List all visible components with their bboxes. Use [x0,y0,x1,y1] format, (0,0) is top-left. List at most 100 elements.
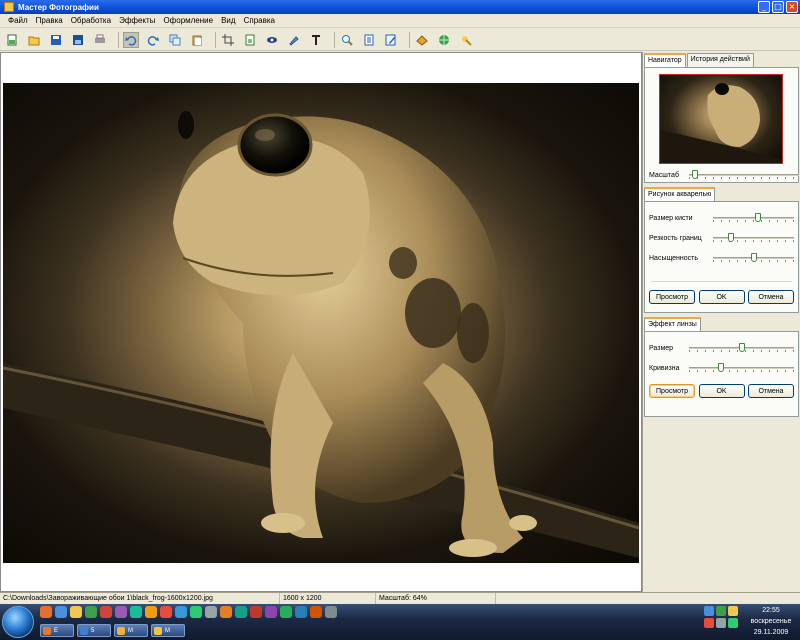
quicklaunch-icon[interactable] [70,606,82,618]
tray-icon[interactable] [704,606,714,616]
clock[interactable]: 22:55 воскресенье 29.11.2009 [744,605,798,638]
maximize-button[interactable]: □ [772,1,784,13]
quicklaunch-icon[interactable] [220,606,232,618]
quicklaunch-icon[interactable] [235,606,247,618]
quicklaunch-icon[interactable] [280,606,292,618]
print-icon[interactable] [92,32,108,48]
curvature-thumb[interactable] [717,363,724,372]
brush-size-thumb[interactable] [754,213,761,222]
menu-file[interactable]: Файл [4,16,32,25]
quicklaunch-icon[interactable] [145,606,157,618]
quicklaunch-icon[interactable] [310,606,322,618]
web-icon[interactable] [436,32,452,48]
menu-process[interactable]: Обработка [67,16,115,25]
saturation-slider[interactable] [713,253,794,263]
watercolor-cancel-button[interactable]: Отмена [748,290,794,304]
tab-navigator[interactable]: Навигатор [644,53,686,67]
quicklaunch-icon[interactable] [115,606,127,618]
frog-photo[interactable] [3,83,639,563]
menu-design[interactable]: Оформление [159,16,217,25]
save-icon[interactable] [48,32,64,48]
task-button[interactable]: M [151,624,185,637]
tray-icon[interactable] [728,618,738,628]
system-tray [704,606,744,628]
curvature-label: Кривизна [649,364,680,372]
tray-icon[interactable] [716,606,726,616]
page-icon[interactable] [361,32,377,48]
quicklaunch-icon[interactable] [100,606,112,618]
task-button[interactable]: 5 [77,624,111,637]
task-app-icon [154,626,162,635]
toolbar-separator [334,31,335,48]
open-icon[interactable] [26,32,42,48]
save-as-icon[interactable] [70,32,86,48]
quicklaunch-icon[interactable] [175,606,187,618]
lens-ok-button[interactable]: OK [698,384,745,398]
menu-help[interactable]: Справка [240,16,279,25]
quicklaunch-icon[interactable] [40,606,52,618]
tab-watercolor[interactable]: Рисунок акварелью [644,187,716,201]
effects-icon[interactable] [414,32,430,48]
taskbar: E 5 M M 22:55 воскресенье 29.11.2009 [0,604,800,640]
navigator-thumbnail[interactable] [659,74,783,164]
tray-icon[interactable] [704,618,714,628]
quicklaunch-icon[interactable] [130,606,142,618]
help-icon[interactable] [458,32,474,48]
brush-size-slider[interactable] [713,213,794,223]
lens-preview-button[interactable]: Просмотр [649,384,695,398]
scale-slider[interactable] [689,170,799,180]
task-button[interactable]: M [114,624,148,637]
minimize-button[interactable]: _ [758,1,770,13]
edit-icon[interactable] [383,32,399,48]
quicklaunch-icon[interactable] [55,606,67,618]
toolbar-separator [409,31,410,48]
quicklaunch-icon[interactable] [295,606,307,618]
brush-icon[interactable] [286,32,302,48]
edge-sharpness-thumb[interactable] [727,233,734,242]
menu-effects[interactable]: Эффекты [115,16,159,25]
quicklaunch-icon[interactable] [205,606,217,618]
close-button[interactable]: × [786,1,798,13]
resize-icon[interactable] [242,32,258,48]
tray-icon[interactable] [716,618,726,628]
red-eye-icon[interactable] [264,32,280,48]
scale-slider-thumb[interactable] [691,170,698,179]
quicklaunch-icon[interactable] [250,606,262,618]
paste-icon[interactable] [189,32,205,48]
image-canvas[interactable] [0,52,642,592]
menu-view[interactable]: Вид [217,16,239,25]
lens-size-thumb[interactable] [738,343,745,352]
edge-sharpness-slider[interactable] [713,233,794,243]
new-icon[interactable] [4,32,20,48]
quicklaunch-icon[interactable] [85,606,97,618]
text-icon[interactable] [308,32,324,48]
tray-icon[interactable] [728,606,738,616]
tab-history[interactable]: История действий [686,53,754,67]
menu-edit[interactable]: Правка [32,16,67,25]
frog-image [3,111,639,558]
lens-cancel-button[interactable]: Отмена [748,384,794,398]
start-button[interactable] [2,606,34,638]
crop-icon[interactable] [220,32,236,48]
navigator-panel: Масштаб [644,67,799,183]
quicklaunch-icon[interactable] [160,606,172,618]
lens-size-slider[interactable] [689,343,794,353]
status-dimensions: 1600 x 1200 [280,592,376,605]
undo-icon[interactable] [123,31,139,48]
quicklaunch-icon[interactable] [265,606,277,618]
tab-lens-effect[interactable]: Эффект линзы [644,317,701,331]
redo-icon[interactable] [145,32,161,48]
watercolor-preview-button[interactable]: Просмотр [649,290,695,304]
quicklaunch-icon[interactable] [325,606,337,618]
copy-icon[interactable] [167,32,183,48]
quicklaunch-icon[interactable] [190,606,202,618]
toolbar-separator [118,31,119,48]
task-button[interactable]: E [40,624,74,637]
menu-bar: Файл Правка Обработка Эффекты Оформление… [0,14,800,28]
watercolor-ok-button[interactable]: OK [698,290,745,304]
title-bar: Мастер Фотографии _ □ × [0,0,800,14]
zoom-icon[interactable] [339,32,355,48]
status-bar: C:\Downloads\Завораживающие обои 1\black… [0,592,800,605]
saturation-thumb[interactable] [750,253,757,262]
curvature-slider[interactable] [689,363,794,373]
